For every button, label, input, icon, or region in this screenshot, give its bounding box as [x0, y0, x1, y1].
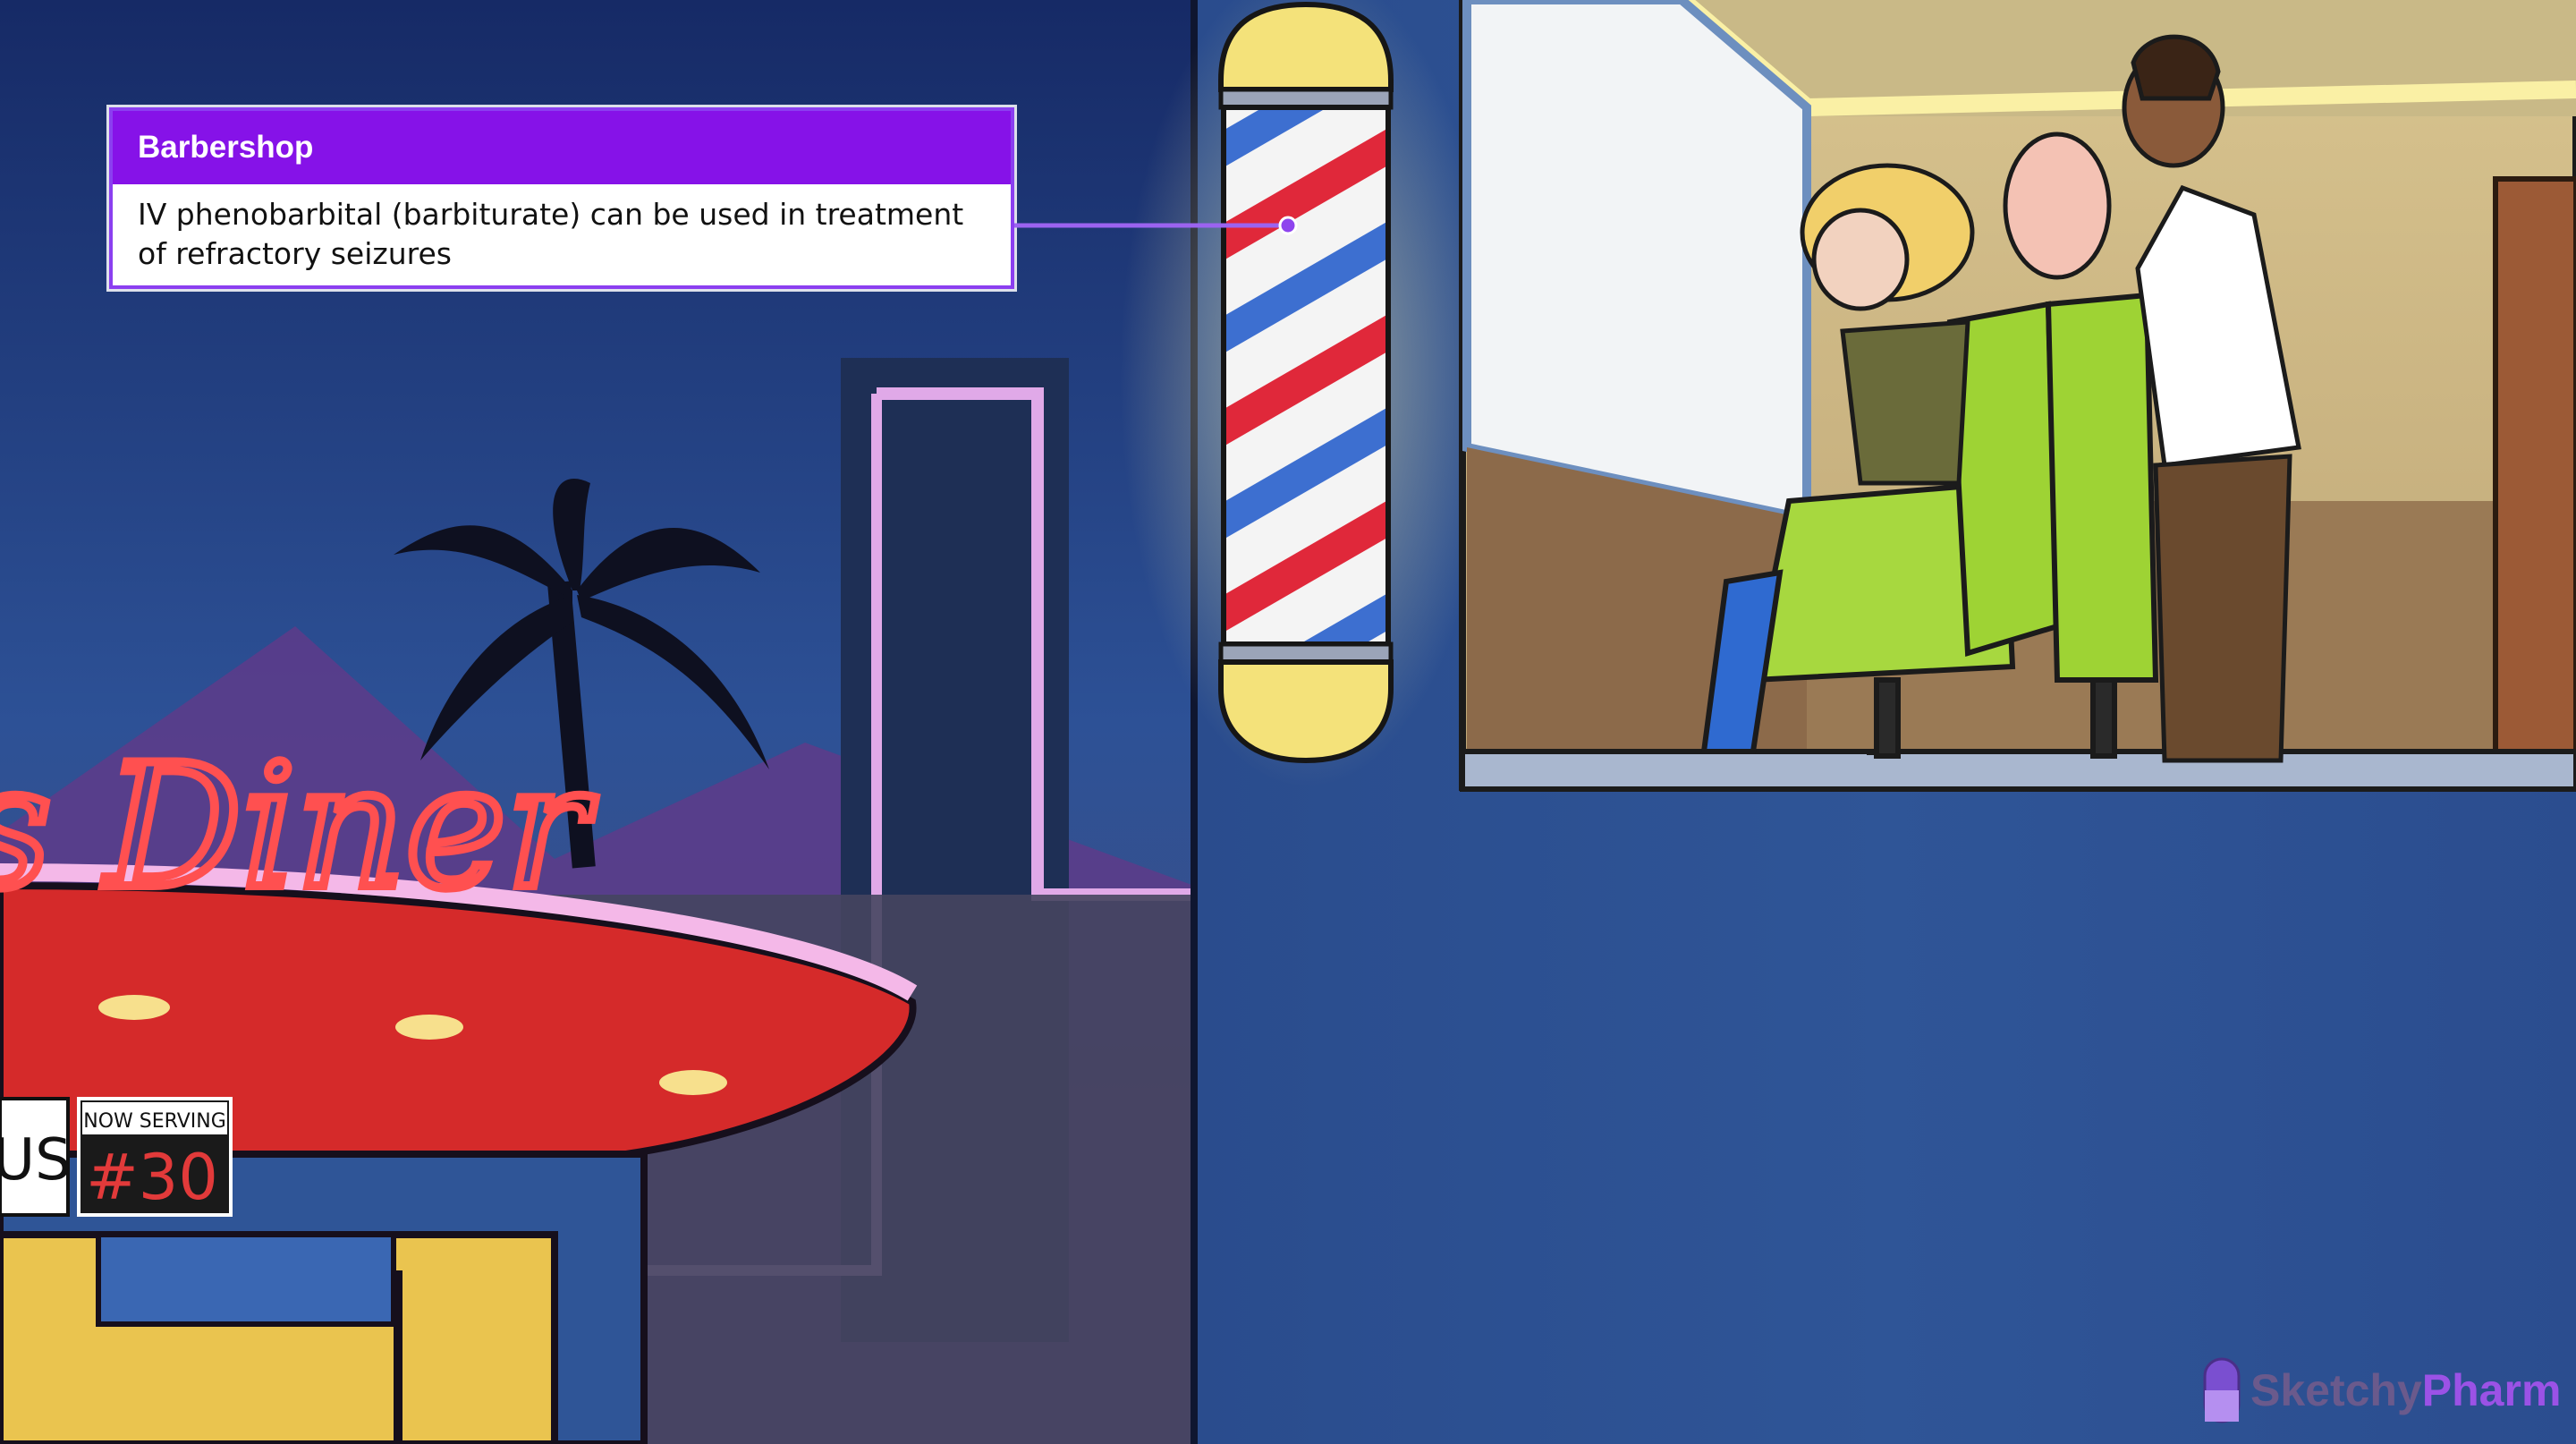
sketchypharm-logo: SketchyPharm [2202, 1357, 2561, 1423]
brand-name-part1: Sketchy [2250, 1365, 2422, 1415]
brand-name-part2: Pharm [2421, 1365, 2562, 1415]
brand-name: SketchyPharm [2250, 1364, 2561, 1416]
pill-icon [2203, 1357, 2241, 1423]
callout-connector [1014, 216, 1298, 235]
